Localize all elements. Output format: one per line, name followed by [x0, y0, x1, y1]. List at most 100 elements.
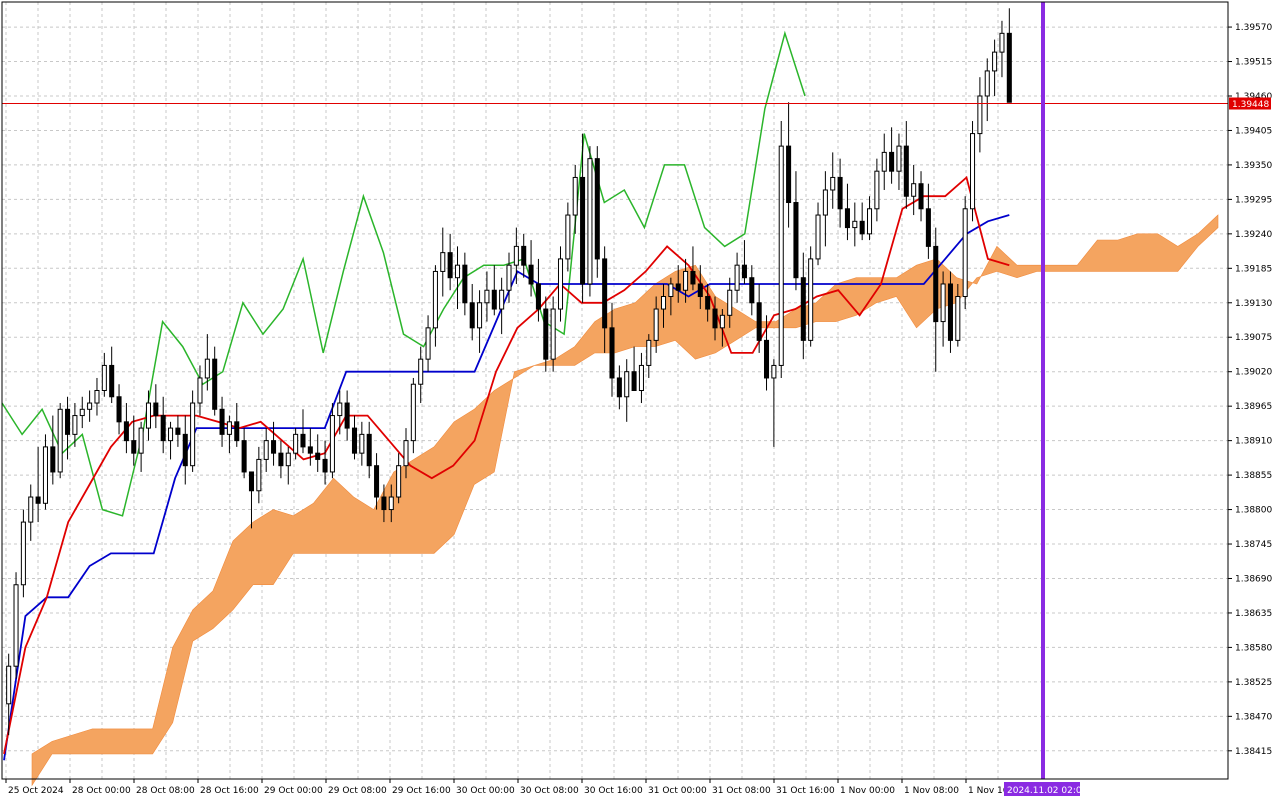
candle-body	[867, 208, 873, 235]
candle-body	[322, 458, 328, 473]
candle-body	[557, 258, 564, 310]
candle-body	[182, 433, 188, 467]
candle-body	[241, 440, 247, 473]
y-tick-label: 1.38580	[1235, 643, 1272, 653]
candle-body	[705, 296, 711, 310]
candle-body	[432, 270, 438, 329]
candle-body	[381, 496, 387, 511]
candle-body	[528, 264, 534, 285]
y-tick-label: 1.39405	[1235, 126, 1272, 136]
candle-body	[925, 208, 931, 247]
candle-body	[28, 496, 34, 523]
x-tick-label: 28 Oct 08:00	[136, 786, 195, 796]
candle-body	[638, 364, 644, 392]
candle-body	[285, 452, 291, 467]
candle-body	[881, 151, 887, 172]
candle-body	[933, 245, 939, 323]
candle-body	[962, 208, 968, 298]
candle-body	[719, 314, 725, 329]
candle-body	[602, 258, 608, 329]
x-tick-label: 28 Oct 16:00	[200, 786, 259, 796]
candle-body	[741, 264, 747, 279]
candle-body	[219, 408, 225, 435]
candle-body	[521, 245, 527, 266]
candle-body	[293, 433, 299, 454]
candle-body	[756, 302, 762, 341]
candle-body	[580, 176, 586, 285]
candle-body	[278, 452, 284, 467]
candle-body	[940, 283, 946, 323]
candle-body	[226, 421, 232, 435]
candle-body	[984, 70, 990, 97]
candle-body	[822, 189, 828, 216]
ichimoku-chart[interactable]: 1.395701.395151.394601.394051.393501.392…	[0, 0, 1280, 800]
candle-body	[697, 283, 703, 298]
chart-background	[0, 0, 1280, 800]
candle-body	[79, 408, 85, 417]
candle-body	[970, 133, 976, 210]
candle-body	[65, 408, 71, 435]
y-tick-label: 1.39130	[1235, 299, 1272, 309]
candle-body	[366, 433, 372, 467]
candle-body	[42, 446, 48, 504]
y-tick-label: 1.38525	[1235, 678, 1272, 688]
candle-body	[712, 308, 718, 329]
candle-body	[763, 339, 770, 379]
candle-body	[344, 402, 350, 429]
candle-body	[734, 264, 740, 291]
candle-body	[837, 176, 843, 210]
candle-body	[800, 277, 806, 341]
candle-body	[587, 158, 593, 285]
x-tick-label: 30 Oct 00:00	[456, 786, 515, 796]
candle-body	[204, 358, 210, 379]
candle-body	[190, 402, 196, 467]
candle-body	[889, 151, 895, 172]
candle-body	[447, 252, 453, 279]
candle-body	[594, 158, 600, 260]
candle-body	[778, 145, 784, 366]
candle-body	[727, 289, 733, 316]
candle-body	[410, 383, 416, 442]
candle-body	[116, 396, 122, 423]
candle-body	[506, 264, 512, 291]
current-price-label: 1.39448	[1232, 100, 1269, 110]
separator-time-label: 2024.11.02 02:00	[1007, 786, 1088, 796]
y-tick-label: 1.39570	[1235, 23, 1272, 33]
candle-body	[469, 302, 475, 329]
candle-body	[911, 183, 917, 197]
candle-body	[234, 421, 240, 442]
candle-body	[337, 402, 343, 417]
x-tick-label: 29 Oct 16:00	[392, 786, 451, 796]
candle-body	[6, 665, 12, 705]
x-tick-label: 31 Oct 08:00	[712, 786, 771, 796]
candle-body	[87, 402, 93, 410]
y-tick-label: 1.39295	[1235, 195, 1272, 205]
x-tick-label: 28 Oct 00:00	[72, 786, 131, 796]
candle-body	[160, 415, 166, 442]
candle-body	[646, 339, 652, 366]
y-tick-label: 1.38745	[1235, 540, 1272, 550]
y-tick-label: 1.38690	[1235, 574, 1272, 584]
candle-body	[896, 145, 902, 172]
y-tick-label: 1.38800	[1235, 506, 1272, 516]
candle-body	[786, 145, 792, 204]
candle-body	[535, 283, 541, 310]
y-tick-label: 1.38965	[1235, 402, 1272, 412]
candle-body	[1006, 32, 1012, 103]
candle-body	[50, 446, 56, 473]
candle-body	[403, 440, 409, 467]
candle-body	[484, 289, 490, 304]
candle-body	[631, 371, 637, 391]
candle-body	[852, 220, 858, 229]
y-tick-label: 1.38855	[1235, 471, 1272, 481]
candle-body	[513, 245, 519, 266]
candle-body	[499, 289, 505, 310]
candle-body	[153, 402, 159, 417]
candle-body	[359, 433, 365, 454]
candle-body	[20, 521, 26, 586]
y-tick-label: 1.39515	[1235, 58, 1272, 68]
candle-body	[263, 440, 269, 460]
candle-body	[808, 258, 814, 341]
candle-body	[388, 496, 394, 511]
x-tick-label: 29 Oct 08:00	[328, 786, 387, 796]
